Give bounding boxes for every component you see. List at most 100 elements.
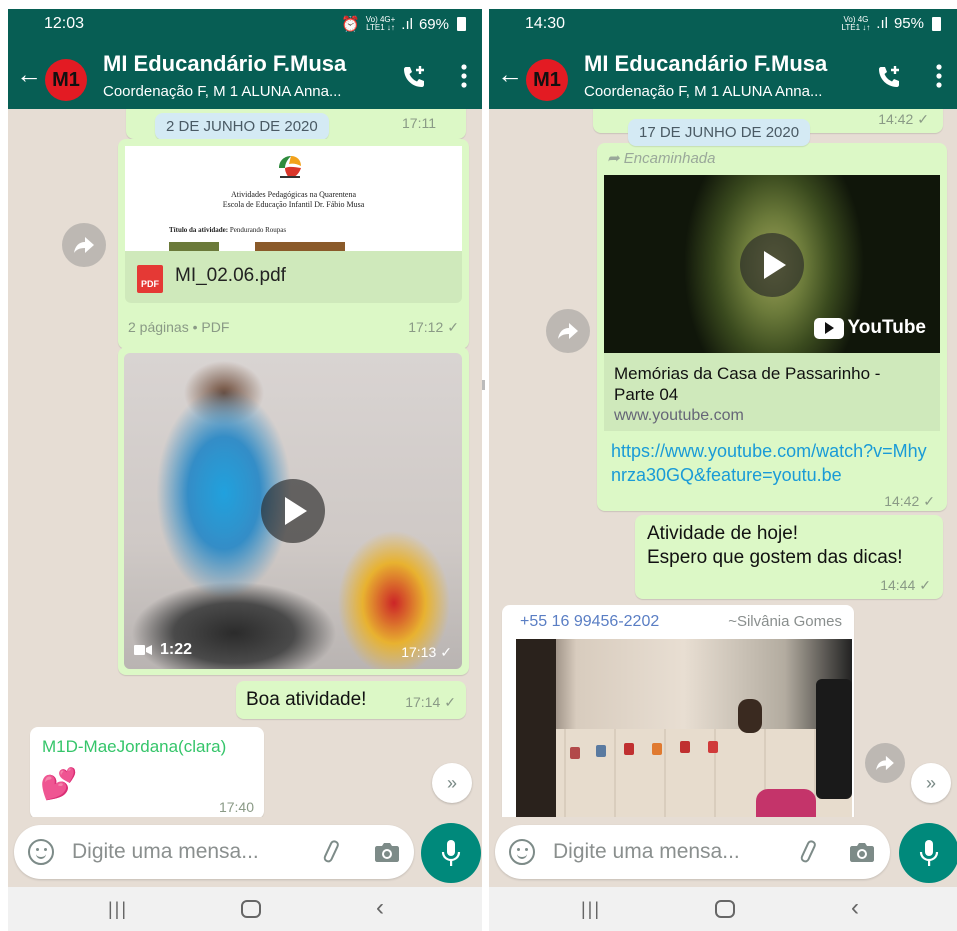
pdf-filename: MI_02.06.pdf	[175, 265, 286, 286]
more-vert-icon[interactable]	[460, 63, 468, 89]
forward-icon: ➦	[607, 150, 624, 167]
play-icon[interactable]	[740, 233, 804, 297]
chat-area[interactable]: 17:11 2 DE JUNHO DE 2020 Atividades Peda…	[8, 109, 482, 817]
pdf-doc-line-1: Atividades Pedagógicas na Quarentena	[230, 190, 357, 199]
battery-percent: 69%	[418, 15, 449, 33]
network-indicator: Vo) 4G LTE1 ↓↑	[841, 14, 871, 32]
add-call-icon[interactable]	[875, 63, 903, 91]
message-time: 14:42 ✓	[878, 111, 929, 127]
link-preview-title: Memórias da Casa de Passarinho - Parte 0…	[614, 364, 881, 404]
chat-subtitle[interactable]: Coordenação F, M 1 ALUNA Anna...	[103, 83, 341, 100]
pdf-doc-line-2: Escola de Educação Infantil Dr. Fábio Mu…	[222, 200, 365, 209]
message-text-line-2: Espero que gostem das dicas!	[647, 547, 903, 568]
message-time: 14:44 ✓	[880, 577, 931, 593]
input-placeholder[interactable]: Digite uma mensa...	[553, 840, 740, 864]
double-chevron-down-icon[interactable]: »	[432, 763, 472, 803]
system-nav-bar: ||| ‹	[8, 887, 482, 931]
status-time: 12:03	[44, 15, 85, 32]
text-message-bubble[interactable]: Boa atividade! 17:14 ✓	[236, 681, 466, 719]
photo-cup	[652, 743, 662, 755]
signal-icon: .ıl	[876, 15, 888, 32]
sender-phone[interactable]: +55 16 99456-2202	[520, 613, 659, 631]
link-preview-card[interactable]: Memórias da Casa de Passarinho - Parte 0…	[604, 353, 940, 431]
video-thumbnail[interactable]: 1:22 17:13 ✓	[124, 353, 462, 669]
link-preview-domain: www.youtube.com	[614, 407, 744, 424]
status-icons: Vo) 4G LTE1 ↓↑ .ıl 95%	[842, 15, 941, 32]
chat-title[interactable]: MI Educandário F.Musa	[584, 51, 827, 77]
back-arrow-icon[interactable]: ←	[497, 59, 523, 90]
battery-percent: 95%	[893, 15, 924, 32]
message-text-line-1: Atividade de hoje!	[647, 523, 799, 544]
youtube-link[interactable]: https://www.youtube.com/watch?v=Mhynrza3…	[611, 439, 931, 487]
incoming-photo-bubble[interactable]: +55 16 99456-2202 ~Silvânia Gomes	[502, 605, 854, 817]
status-icons: ⏰ Vo) 4G+ LTE1 ↓↑ .ıl 69%	[341, 15, 466, 33]
group-avatar[interactable]: M1	[45, 59, 87, 101]
chat-subtitle[interactable]: Coordenação F, M 1 ALUNA Anna...	[584, 83, 822, 100]
photo-chair	[516, 639, 556, 817]
pdf-preview[interactable]: Atividades Pedagógicas na Quarentena Esc…	[125, 146, 462, 251]
forward-icon[interactable]	[546, 309, 590, 353]
status-bar: 14:30 Vo) 4G LTE1 ↓↑ .ıl 95%	[489, 9, 957, 41]
video-message-bubble[interactable]: 1:22 17:13 ✓	[118, 347, 469, 675]
photo-cup	[708, 741, 718, 753]
mic-icon[interactable]	[421, 823, 481, 883]
message-time: 17:40	[218, 799, 254, 815]
add-call-icon[interactable]	[400, 63, 428, 91]
forward-icon[interactable]	[865, 743, 905, 783]
home-icon[interactable]	[715, 900, 735, 918]
left-phone-screen: 12:03 ⏰ Vo) 4G+ LTE1 ↓↑ .ıl 69% ← M1 MI E…	[8, 9, 482, 931]
message-text: Boa atividade!	[246, 689, 367, 710]
message-time: 17:12 ✓	[408, 319, 459, 335]
attach-icon[interactable]	[318, 839, 344, 865]
incoming-message-bubble[interactable]: M1D-MaeJordana(clara) 💕 17:40	[30, 727, 264, 817]
photo-wall	[516, 639, 852, 729]
status-time: 14:30	[525, 15, 566, 32]
input-placeholder[interactable]: Digite uma mensa...	[72, 840, 259, 864]
recents-icon[interactable]: |||	[108, 899, 128, 920]
photo-cup	[570, 747, 580, 759]
message-time: 14:42 ✓	[884, 493, 935, 509]
nav-back-icon[interactable]: ‹	[851, 894, 859, 922]
photo-cup	[624, 743, 634, 755]
chat-area[interactable]: 14:42 ✓ ➦ Encaminhada YouTube Memórias da…	[489, 109, 957, 817]
double-chevron-down-icon[interactable]: »	[911, 763, 951, 803]
play-icon[interactable]	[261, 479, 325, 543]
message-input-bar: Digite uma mensa...	[489, 817, 957, 887]
chat-header: ← M1 MI Educandário F.Musa Coordenação F…	[489, 41, 957, 109]
video-camera-icon	[134, 645, 152, 655]
pdf-file-row[interactable]: PDF MI_02.06.pdf	[125, 251, 462, 303]
camera-icon[interactable]	[849, 841, 875, 863]
nav-back-icon[interactable]: ‹	[376, 894, 384, 922]
text-message-bubble[interactable]: Atividade de hoje! Espero que gostem das…	[635, 515, 943, 599]
back-arrow-icon[interactable]: ←	[16, 59, 42, 90]
more-vert-icon[interactable]	[935, 63, 943, 89]
attach-icon[interactable]	[795, 839, 821, 865]
photo-cup	[680, 741, 690, 753]
mic-icon[interactable]	[899, 823, 957, 883]
group-avatar[interactable]: M1	[526, 59, 568, 101]
photo-thumbnail[interactable]	[516, 639, 852, 817]
youtube-thumbnail[interactable]: YouTube	[604, 175, 940, 353]
sender-name[interactable]: M1D-MaeJordana(clara)	[42, 737, 226, 757]
network-indicator: Vo) 4G+ LTE1 ↓↑	[365, 15, 396, 32]
recents-icon[interactable]: |||	[581, 899, 601, 920]
message-input[interactable]: Digite uma mensa...	[495, 825, 890, 879]
battery-icon	[932, 16, 941, 31]
message-input[interactable]: Digite uma mensa...	[14, 825, 414, 879]
forward-icon[interactable]	[62, 223, 106, 267]
chat-title[interactable]: MI Educandário F.Musa	[103, 51, 346, 77]
emoji-icon[interactable]	[28, 839, 54, 865]
system-nav-bar: ||| ‹	[489, 887, 957, 931]
youtube-message-bubble[interactable]: ➦ Encaminhada YouTube Memórias da Casa d…	[597, 143, 947, 511]
emoji-icon[interactable]	[509, 839, 535, 865]
pdf-message-bubble[interactable]: Atividades Pedagógicas na Quarentena Esc…	[118, 139, 469, 349]
date-chip: 17 DE JUNHO DE 2020	[628, 119, 811, 146]
camera-icon[interactable]	[374, 841, 400, 863]
status-bar: 12:03 ⏰ Vo) 4G+ LTE1 ↓↑ .ıl 69%	[8, 9, 482, 41]
home-icon[interactable]	[241, 900, 261, 918]
message-time: 17:11	[402, 115, 436, 131]
pdf-file-icon: PDF	[137, 265, 163, 293]
message-time: 17:14 ✓	[405, 694, 456, 710]
photo-child	[738, 699, 762, 733]
date-chip: 2 DE JUNHO DE 2020	[155, 113, 329, 140]
